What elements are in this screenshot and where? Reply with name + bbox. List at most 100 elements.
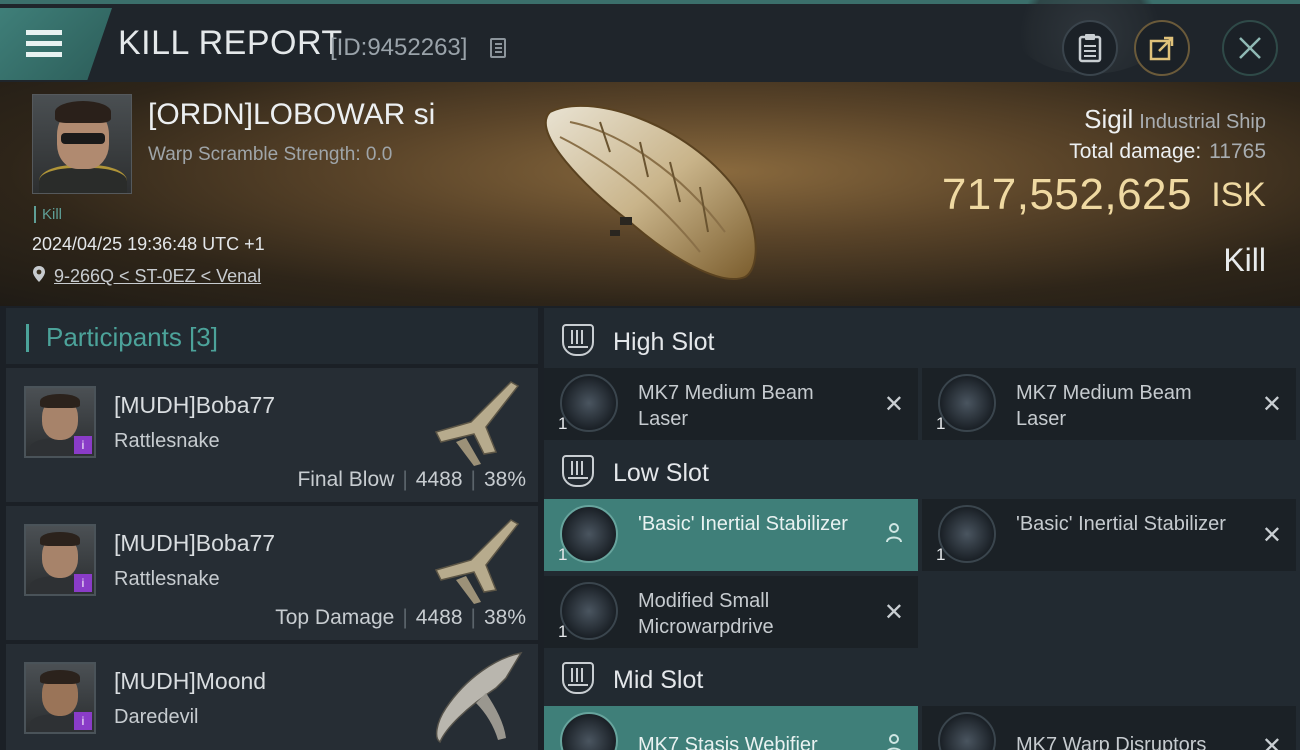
participant-ship: Rattlesnake — [114, 430, 220, 452]
module-name: MK7 Medium Beam Laser — [1016, 382, 1192, 430]
avatar[interactable]: i — [24, 524, 96, 596]
module-item[interactable]: 1 MK7 Medium Beam Laser ✕ — [544, 368, 918, 440]
beam-laser-icon — [938, 374, 996, 432]
module-name: 'Basic' Inertial Stabilizer — [1016, 513, 1226, 535]
slot-icon — [562, 662, 594, 694]
inertial-stabilizer-icon — [560, 505, 618, 563]
destroyed-x-icon: ✕ — [883, 599, 904, 626]
participant-stats: Final Blow | 4488 | 38% — [297, 468, 526, 491]
kill-id: [ID:9452263] — [330, 34, 468, 61]
module-quantity: 1 — [558, 622, 568, 641]
daredevil-ship-icon — [435, 651, 523, 744]
module-item[interactable]: 1 'Basic' Inertial Stabilizer — [544, 499, 918, 571]
kill-tag: Kill — [34, 206, 62, 223]
inertial-stabilizer-icon — [938, 505, 996, 563]
corp-badge-icon: i — [74, 574, 92, 592]
total-damage-label: Total damage: — [1069, 140, 1202, 163]
slot-label: High Slot — [613, 328, 715, 356]
module-quantity: 1 — [936, 414, 946, 433]
module-quantity: 1 — [558, 414, 568, 433]
warp-scramble-strength: Warp Scramble Strength: 0.0 — [148, 144, 393, 165]
destroyed-x-icon: ✕ — [1261, 391, 1282, 418]
corp-badge-icon: i — [74, 436, 92, 454]
module-name: Modified Small Microwarpdrive — [638, 590, 774, 638]
location-link[interactable]: 9-266Q < ST-0EZ < Venal — [54, 266, 261, 287]
module-item[interactable]: MK7 Stasis Webifier — [544, 706, 918, 750]
clipboard-icon — [1078, 34, 1102, 63]
share-button[interactable] — [1134, 20, 1190, 76]
participant-name: [MUDH]Moond — [114, 668, 267, 694]
participant-damage: 4488 — [415, 468, 463, 491]
clipboard-button[interactable] — [1062, 20, 1118, 76]
avatar[interactable]: i — [24, 386, 96, 458]
total-damage-value: 11765 — [1209, 140, 1266, 163]
avatar[interactable]: i — [24, 662, 96, 734]
close-icon — [1239, 37, 1261, 59]
participant-percent: 38% — [483, 468, 526, 491]
module-quantity: 1 — [558, 545, 568, 564]
victim-name[interactable]: [ORDN]LOBOWAR si — [148, 98, 435, 132]
participant-percent: 38% — [483, 606, 526, 629]
stasis-webifier-icon — [560, 712, 618, 750]
victim-portrait[interactable] — [32, 94, 132, 194]
destroyed-x-icon: ✕ — [1261, 733, 1282, 750]
total-damage: Total damage: 11765 — [1069, 140, 1266, 164]
menu-button[interactable] — [0, 8, 112, 80]
header-accent-bar — [26, 324, 29, 352]
menu-icon — [26, 30, 62, 60]
participant-ship: Daredevil — [114, 706, 199, 728]
destroyed-x-icon: ✕ — [883, 391, 904, 418]
module-item[interactable]: 1 'Basic' Inertial Stabilizer ✕ — [922, 499, 1296, 571]
slot-icon — [562, 455, 594, 487]
module-item[interactable]: MK7 Warp Disruptors ✕ — [922, 706, 1296, 750]
participant-row[interactable]: i [MUDH]Boba77 Rattlesnake Final Blow | 44… — [6, 368, 538, 502]
mid-slot-header: Mid Slot — [544, 650, 1300, 708]
module-name: 'Basic' Inertial Stabilizer — [638, 513, 848, 535]
participant-row[interactable]: i [MUDH]Moond Daredevil — [6, 644, 538, 750]
ship-name: Sigil Industrial Ship — [1084, 104, 1266, 135]
slot-label: Low Slot — [613, 459, 709, 487]
rattlesnake-ship-icon — [434, 381, 520, 466]
pilot-icon — [887, 734, 901, 750]
isk-value: 717,552,625 — [941, 170, 1192, 219]
isk-unit: ISK — [1211, 176, 1266, 214]
ship-class: Industrial Ship — [1139, 111, 1266, 133]
module-name: MK7 Medium Beam Laser — [638, 382, 814, 430]
share-icon — [1149, 36, 1174, 61]
location-pin-icon — [33, 266, 45, 282]
module-item[interactable]: 1 Modified Small Microwarpdrive ✕ — [544, 576, 918, 648]
participant-ship: Rattlesnake — [114, 568, 220, 590]
kill-summary-panel: [ORDN]LOBOWAR si Warp Scramble Strength:… — [0, 82, 1300, 306]
kill-result-label: Kill — [1223, 242, 1266, 278]
corp-badge-icon: i — [74, 712, 92, 730]
kill-timestamp: 2024/04/25 19:36:48 UTC +1 — [32, 234, 265, 254]
participant-name: [MUDH]Boba77 — [114, 530, 276, 556]
low-slot-header: Low Slot — [544, 443, 1300, 501]
destroyed-x-icon: ✕ — [1261, 522, 1282, 549]
high-slot-header: High Slot — [544, 312, 1300, 370]
pilot-icon — [886, 523, 902, 543]
destroyed-ship-image — [544, 104, 757, 280]
slot-label: Mid Slot — [613, 666, 704, 694]
microwarpdrive-icon — [560, 582, 618, 640]
participant-damage: 4488 — [415, 606, 463, 629]
close-button[interactable] — [1222, 20, 1278, 76]
beam-laser-icon — [560, 374, 618, 432]
participant-stats: Top Damage | 4488 | 38% — [275, 606, 526, 629]
participant-role: Final Blow — [297, 468, 395, 491]
participant-row[interactable]: i [MUDH]Boba77 Rattlesnake Top Damage | 44… — [6, 506, 538, 640]
ship-type: Sigil — [1084, 104, 1134, 134]
participant-name: [MUDH]Boba77 — [114, 392, 276, 418]
participants-label: Participants [3] — [46, 322, 218, 352]
module-quantity: 1 — [936, 545, 946, 564]
top-bar: KILL REPORT [ID:9452263] — [0, 0, 1300, 82]
slot-icon — [562, 324, 594, 356]
module-name: MK7 Stasis Webifier — [638, 734, 818, 750]
copy-icon[interactable] — [490, 38, 506, 58]
rattlesnake-ship-icon — [434, 519, 520, 604]
module-item[interactable]: 1 MK7 Medium Beam Laser ✕ — [922, 368, 1296, 440]
page-title: KILL REPORT — [118, 24, 343, 62]
participants-header: Participants [3] — [6, 308, 538, 364]
warp-disruptor-icon — [938, 712, 996, 750]
participant-role: Top Damage — [275, 606, 395, 629]
